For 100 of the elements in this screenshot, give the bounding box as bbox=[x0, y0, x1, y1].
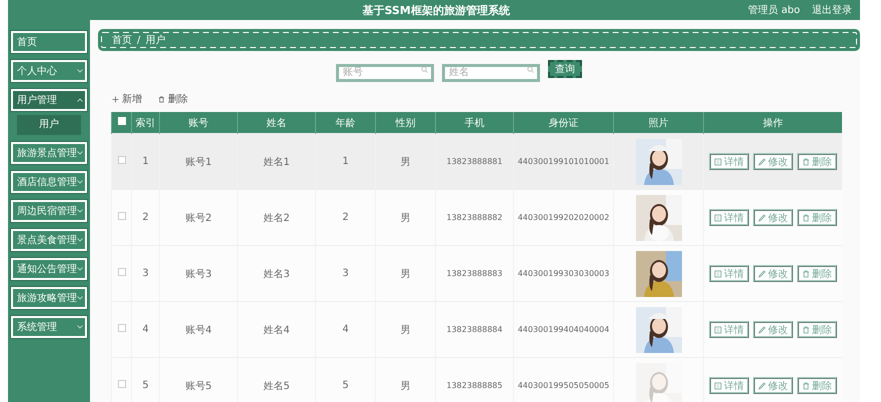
column-header: 身份证 bbox=[514, 112, 614, 134]
pencil-icon bbox=[758, 270, 766, 278]
chevron-down-icon bbox=[77, 151, 83, 155]
sidebar-item[interactable]: 景点美食管理 bbox=[11, 229, 87, 251]
row-checkbox[interactable] bbox=[118, 212, 126, 220]
sidebar-item[interactable]: 周边民宿管理 bbox=[11, 200, 87, 222]
chevron-up-icon bbox=[77, 98, 83, 102]
chevron-down-icon bbox=[77, 238, 83, 242]
edit-button[interactable]: 修改 bbox=[752, 209, 793, 226]
table-cell: 账号3 bbox=[160, 246, 238, 302]
edit-button[interactable]: 修改 bbox=[752, 265, 793, 282]
edit-button[interactable]: 修改 bbox=[752, 321, 793, 338]
chevron-down-icon bbox=[77, 267, 83, 271]
sidebar-item[interactable]: 酒店信息管理 bbox=[11, 171, 87, 193]
sidebar-item[interactable]: 系统管理 bbox=[11, 316, 87, 338]
pencil-icon bbox=[758, 326, 766, 334]
logout-link[interactable]: 退出登录 bbox=[812, 3, 852, 17]
row-checkbox[interactable] bbox=[118, 156, 126, 164]
select-all-checkbox[interactable] bbox=[118, 117, 126, 125]
row-checkbox[interactable] bbox=[118, 268, 126, 276]
sidebar-item[interactable]: 旅游攻略管理 bbox=[11, 287, 87, 309]
table-cell: 5 bbox=[132, 358, 160, 402]
details-button[interactable]: 详情 bbox=[708, 321, 749, 338]
search-field[interactable]: 账号 bbox=[336, 64, 434, 82]
table-cell: 账号2 bbox=[160, 190, 238, 246]
table-cell: 男 bbox=[376, 246, 436, 302]
table-cell: 5 bbox=[316, 358, 376, 402]
column-header: 姓名 bbox=[238, 112, 316, 134]
column-header: 手机 bbox=[436, 112, 514, 134]
column-header: 照片 bbox=[614, 112, 704, 134]
document-icon bbox=[714, 158, 722, 166]
table-cell: 账号1 bbox=[160, 134, 238, 190]
table-cell: 姓名1 bbox=[238, 134, 316, 190]
table-cell: 13823888884 bbox=[436, 302, 514, 358]
search-button[interactable]: 查询 bbox=[548, 60, 582, 78]
table-cell: 账号5 bbox=[160, 358, 238, 402]
table-cell: 440300199101010001 bbox=[514, 134, 614, 190]
table-cell: 440300199303030003 bbox=[514, 246, 614, 302]
delete-button[interactable]: 删除 bbox=[796, 209, 837, 226]
table-cell: 13823888883 bbox=[436, 246, 514, 302]
delete-button[interactable]: 删除 bbox=[158, 92, 188, 106]
table-cell: 姓名5 bbox=[238, 358, 316, 402]
trash-icon bbox=[802, 326, 810, 334]
table-cell: 3 bbox=[316, 246, 376, 302]
details-button[interactable]: 详情 bbox=[708, 209, 749, 226]
details-button[interactable]: 详情 bbox=[708, 153, 749, 170]
sidebar-item[interactable]: 用户管理 bbox=[11, 89, 87, 111]
sidebar-subitem[interactable]: 用户 bbox=[17, 115, 81, 135]
details-button[interactable]: 详情 bbox=[708, 377, 749, 394]
trash-icon bbox=[802, 382, 810, 390]
table-cell: 440300199202020002 bbox=[514, 190, 614, 246]
row-checkbox[interactable] bbox=[118, 380, 126, 388]
sidebar-item[interactable]: 旅游景点管理 bbox=[11, 142, 87, 164]
sidebar-item[interactable]: 个人中心 bbox=[11, 60, 87, 82]
trash-icon bbox=[158, 96, 165, 102]
pencil-icon bbox=[758, 214, 766, 222]
table-cell: 姓名4 bbox=[238, 302, 316, 358]
table-cell: 4 bbox=[132, 302, 160, 358]
details-button[interactable]: 详情 bbox=[708, 265, 749, 282]
table-cell: 男 bbox=[376, 302, 436, 358]
pencil-icon bbox=[758, 158, 766, 166]
plus-icon bbox=[112, 96, 119, 102]
sidebar-item[interactable]: 首页 bbox=[11, 31, 87, 53]
table-cell: 440300199505050005 bbox=[514, 358, 614, 402]
row-checkbox[interactable] bbox=[118, 324, 126, 332]
table-cell: 440300199404040004 bbox=[514, 302, 614, 358]
table-cell: 13823888881 bbox=[436, 134, 514, 190]
sidebar-item[interactable]: 通知公告管理 bbox=[11, 258, 87, 280]
chevron-down-icon bbox=[77, 180, 83, 184]
breadcrumb-link[interactable]: 用户 bbox=[145, 33, 166, 47]
search-icon bbox=[527, 66, 534, 72]
table-cell: 男 bbox=[376, 190, 436, 246]
table-cell: 姓名3 bbox=[238, 246, 316, 302]
search-field[interactable]: 姓名 bbox=[442, 64, 540, 82]
delete-button[interactable]: 删除 bbox=[796, 377, 837, 394]
trash-icon bbox=[802, 158, 810, 166]
document-icon bbox=[714, 326, 722, 334]
table-cell: 1 bbox=[132, 134, 160, 190]
add-button[interactable]: 新增 bbox=[112, 92, 142, 106]
table-cell: 男 bbox=[376, 358, 436, 402]
chevron-down-icon bbox=[77, 209, 83, 213]
table-cell: 1 bbox=[316, 134, 376, 190]
delete-button[interactable]: 删除 bbox=[796, 265, 837, 282]
table-cell: 男 bbox=[376, 134, 436, 190]
edit-button[interactable]: 修改 bbox=[752, 377, 793, 394]
column-header: 年龄 bbox=[316, 112, 376, 134]
table-cell: 13823888885 bbox=[436, 358, 514, 402]
trash-icon bbox=[802, 214, 810, 222]
delete-button[interactable]: 删除 bbox=[796, 321, 837, 338]
pencil-icon bbox=[758, 382, 766, 390]
user-label: 管理员 abo bbox=[748, 4, 800, 17]
delete-button[interactable]: 删除 bbox=[796, 153, 837, 170]
trash-icon bbox=[802, 270, 810, 278]
breadcrumb-link[interactable]: 首页 bbox=[112, 33, 132, 47]
table-cell: 3 bbox=[132, 246, 160, 302]
chevron-down-icon bbox=[77, 69, 83, 73]
edit-button[interactable]: 修改 bbox=[752, 153, 793, 170]
breadcrumb-separator: / bbox=[137, 34, 140, 46]
document-icon bbox=[714, 214, 722, 222]
app-title: 基于SSM框架的旅游管理系统 bbox=[361, 2, 511, 18]
